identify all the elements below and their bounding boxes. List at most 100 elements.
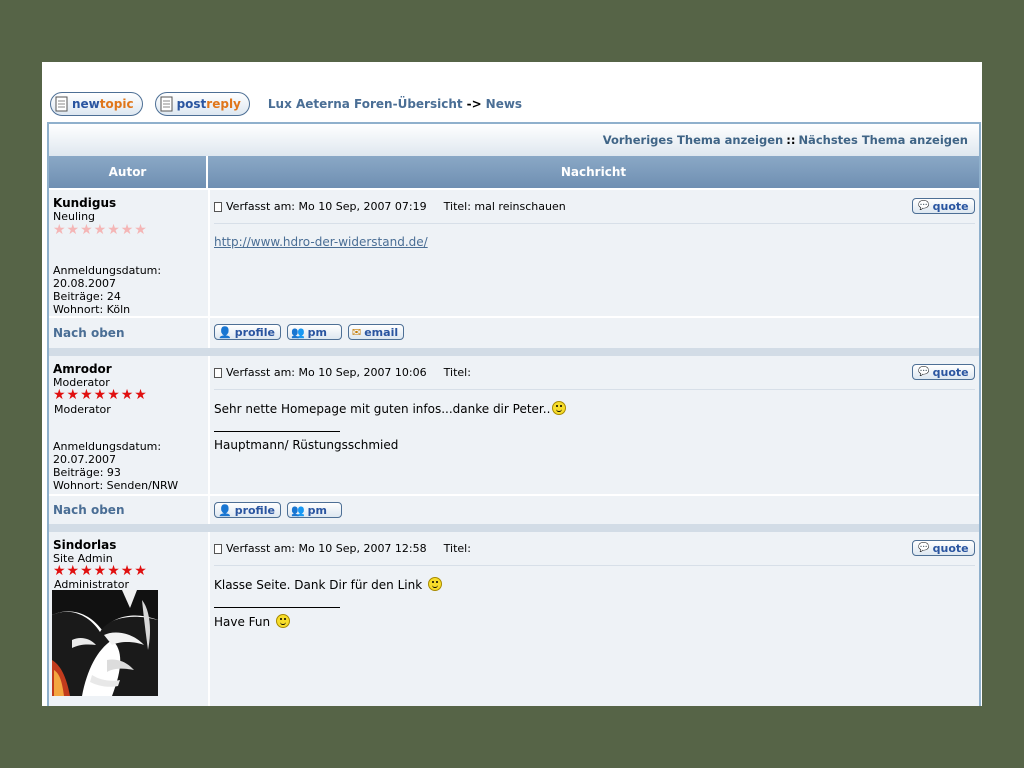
registration-date: 20.08.2007 — [53, 277, 116, 290]
avatar — [52, 590, 158, 696]
author-info: Anmeldungsdatum: 20.07.2007 Beiträge: 93… — [53, 440, 178, 492]
signature-text: Hauptmann/ Rüstungsschmied — [214, 438, 399, 452]
pm-button[interactable]: 👥 pm — [286, 324, 342, 340]
user-icon: 👤 — [218, 325, 232, 339]
post-count: Beiträge: 93 — [53, 466, 121, 479]
registration-label: Anmeldungsdatum: — [53, 440, 162, 453]
pm-label: pm — [307, 503, 327, 517]
post-icon — [214, 367, 222, 378]
post-body: Klasse Seite. Dank Dir für den Link — [214, 577, 442, 592]
post-body-text: Sehr nette Homepage mit guten infos...da… — [214, 402, 551, 416]
author-info: Anmeldungsdatum: 20.08.2007 Beiträge: 24… — [53, 264, 161, 316]
post-author-cell: Sindorlas Site Admin ★★★★★★★ Administrat… — [49, 532, 208, 706]
rank-stars: ★★★★★★★ — [53, 387, 148, 403]
new-topic-label-b: topic — [99, 97, 134, 111]
post-date: Verfasst am: Mo 10 Sep, 2007 07:19 — [226, 200, 427, 213]
post-reply-button[interactable]: post reply — [154, 92, 250, 116]
message-column-header: Nachricht — [208, 156, 979, 188]
quote-button[interactable]: 💬 quote — [912, 198, 975, 214]
rank-stars: ★★★★★★★ — [53, 563, 148, 579]
back-to-top-link[interactable]: Nach oben — [53, 326, 125, 340]
toolbar: new topic post reply Lux Aeterna Foren-Übe… — [50, 90, 522, 118]
post-body-link[interactable]: http://www.hdro-der-widerstand.de/ — [214, 235, 428, 249]
location: Wohnort: Senden/NRW — [53, 479, 179, 492]
post-icon — [214, 201, 222, 212]
document-icon — [160, 96, 173, 112]
topic-navigation: Vorheriges Thema anzeigen:: Nächstes Them… — [49, 124, 979, 156]
rank-image-text: Moderator — [54, 403, 111, 416]
signature-text: Have Fun — [214, 615, 271, 629]
pm-label: pm — [307, 325, 327, 339]
smiley-icon — [552, 401, 567, 415]
post-meta: Verfasst am: Mo 10 Sep, 2007 07:19 Titel… — [214, 200, 566, 213]
post-footer-author: Nach oben — [49, 318, 208, 348]
post-title: Titel: mal reinschauen — [443, 200, 566, 213]
profile-button[interactable]: 👤 profile — [214, 502, 281, 518]
registration-label: Anmeldungsdatum: — [53, 264, 162, 277]
location: Wohnort: Köln — [53, 303, 131, 316]
email-label: email — [364, 325, 399, 339]
post-footer-actions: 👤 profile 👥 pm ✉ email — [210, 318, 979, 348]
post-separator — [49, 524, 979, 532]
post-meta: Verfasst am: Mo 10 Sep, 2007 10:06 Titel… — [214, 366, 471, 379]
quote-label: quote — [932, 199, 969, 213]
users-icon: 👥 — [290, 503, 305, 517]
document-icon — [55, 96, 68, 112]
post-title: Titel: — [443, 366, 471, 379]
user-icon: 👤 — [218, 503, 232, 517]
speech-bubble-icon: 💬 — [918, 367, 930, 377]
registration-date: 20.07.2007 — [53, 453, 116, 466]
signature-divider — [214, 607, 340, 608]
post-date: Verfasst am: Mo 10 Sep, 2007 12:58 — [226, 542, 427, 555]
post-author-cell: Kundigus Neuling ★★★★★★★ Anmeldungsdatum… — [49, 190, 208, 316]
previous-topic-link[interactable]: Vorheriges Thema anzeigen — [603, 133, 784, 147]
post-author-name[interactable]: Amrodor — [53, 362, 112, 376]
breadcrumb: Lux Aeterna Foren-Übersicht -> News — [268, 97, 522, 111]
envelope-icon: ✉ — [352, 325, 362, 339]
post-footer-author: Nach oben — [49, 496, 208, 524]
wink-smiley-icon — [428, 577, 442, 591]
quote-button[interactable]: 💬 quote — [912, 540, 975, 556]
back-to-top-link[interactable]: Nach oben — [53, 503, 125, 517]
post-author-name[interactable]: Sindorlas — [53, 538, 116, 552]
post-message-cell: Verfasst am: Mo 10 Sep, 2007 07:19 Titel… — [210, 190, 979, 316]
speech-bubble-icon: 💬 — [918, 543, 930, 553]
rank-stars: ★★★★★★★ — [53, 222, 148, 238]
post-divider — [214, 389, 975, 390]
post-date: Verfasst am: Mo 10 Sep, 2007 10:06 — [226, 366, 427, 379]
profile-button[interactable]: 👤 profile — [214, 324, 281, 340]
post-action-buttons: 👤 profile 👥 pm — [214, 502, 348, 518]
post-reply-label-a: post — [176, 97, 207, 111]
post-message-cell: Verfasst am: Mo 10 Sep, 2007 10:06 Titel… — [210, 356, 979, 494]
post-action-buttons: 👤 profile 👥 pm ✉ email — [214, 324, 410, 340]
signature-block: Have Fun — [214, 614, 290, 629]
forum-page: new topic post reply Lux Aeterna Foren-Übe… — [42, 62, 982, 706]
breadcrumb-separator: -> — [466, 97, 482, 111]
breadcrumb-forum-link[interactable]: Lux Aeterna Foren-Übersicht — [268, 97, 463, 111]
new-topic-button[interactable]: new topic — [50, 92, 143, 116]
post-body-text: Klasse Seite. Dank Dir für den Link — [214, 578, 423, 592]
post-meta: Verfasst am: Mo 10 Sep, 2007 12:58 Titel… — [214, 542, 471, 555]
users-icon: 👥 — [290, 325, 305, 339]
post-message-cell: Verfasst am: Mo 10 Sep, 2007 12:58 Titel… — [210, 532, 979, 706]
quote-button[interactable]: 💬 quote — [912, 364, 975, 380]
quote-label: quote — [932, 541, 969, 555]
breadcrumb-section-link[interactable]: News — [486, 97, 522, 111]
signature-divider — [214, 431, 340, 432]
nav-separator: :: — [786, 133, 796, 147]
pm-button[interactable]: 👥 pm — [286, 502, 342, 518]
topic-table: Vorheriges Thema anzeigen:: Nächstes Them… — [47, 122, 981, 706]
post-divider — [214, 565, 975, 566]
new-topic-label-a: new — [72, 97, 100, 111]
post-divider — [214, 223, 975, 224]
profile-label: profile — [234, 325, 275, 339]
next-topic-link[interactable]: Nächstes Thema anzeigen — [798, 133, 968, 147]
email-button[interactable]: ✉ email — [348, 324, 405, 340]
author-column-header: Autor — [49, 156, 208, 188]
post-reply-label-b: reply — [206, 97, 241, 111]
post-separator — [49, 348, 979, 356]
quote-label: quote — [932, 365, 969, 379]
post-title: Titel: — [443, 542, 471, 555]
post-icon — [214, 543, 222, 554]
post-author-name[interactable]: Kundigus — [53, 196, 116, 210]
